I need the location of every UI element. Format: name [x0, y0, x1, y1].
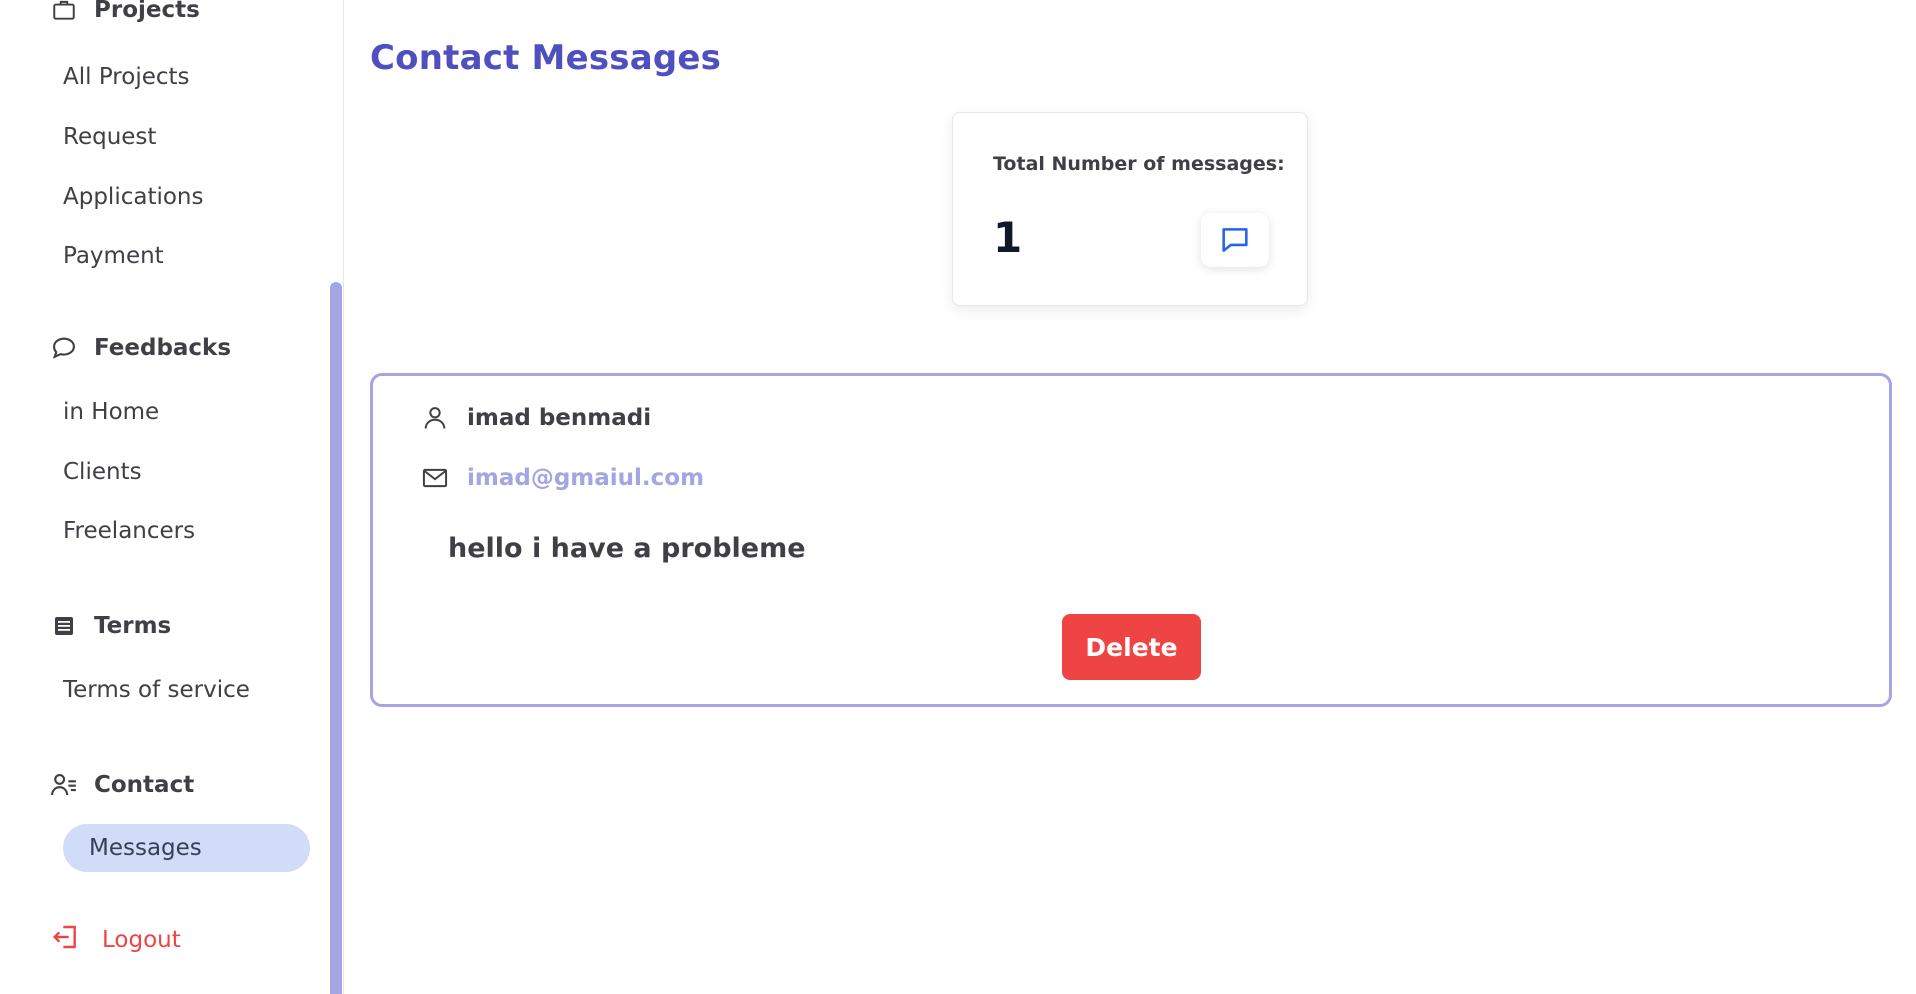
message-body: hello i have a probleme	[448, 533, 806, 564]
section-terms[interactable]: Terms	[48, 608, 171, 644]
section-projects[interactable]: Projects	[48, 0, 200, 28]
sidebar-item-request[interactable]: Request	[63, 117, 156, 157]
sidebar-item-payment[interactable]: Payment	[63, 236, 164, 276]
sidebar-item-freelancers[interactable]: Freelancers	[63, 511, 195, 551]
sidebar-item-all-projects[interactable]: All Projects	[63, 57, 190, 97]
contact-user-icon	[48, 769, 80, 801]
message-sender: imad benmadi	[419, 398, 651, 438]
document-list-icon	[48, 610, 80, 642]
message-card: imad benmadi imad@gmaiul.com hello i hav…	[370, 373, 1892, 707]
page-title: Contact Messages	[370, 38, 722, 78]
message-icon	[1201, 213, 1269, 267]
section-title: Terms	[94, 613, 172, 639]
sender-email[interactable]: imad@gmaiul.com	[467, 465, 704, 491]
sender-name: imad benmadi	[467, 405, 652, 431]
sidebar-item-applications[interactable]: Applications	[63, 177, 204, 217]
section-feedbacks[interactable]: Feedbacks	[48, 330, 231, 366]
section-title: Feedbacks	[94, 335, 232, 361]
section-contact[interactable]: Contact	[48, 767, 194, 803]
logout-icon	[50, 921, 82, 959]
sidebar-item-in-home[interactable]: in Home	[63, 392, 159, 432]
sidebar: Projects All Projects Request Applicatio…	[0, 0, 344, 994]
sidebar-item-messages[interactable]: Messages	[63, 824, 310, 872]
chat-bubble-icon	[48, 332, 80, 364]
sidebar-scrollbar[interactable]	[330, 282, 342, 994]
user-icon	[419, 402, 451, 434]
sidebar-item-terms-of-service[interactable]: Terms of service	[63, 670, 250, 710]
section-title: Contact	[94, 772, 195, 798]
logout-button[interactable]: Logout	[50, 920, 181, 960]
logout-label: Logout	[102, 927, 181, 953]
stat-label: Total Number of messages:	[993, 153, 1285, 175]
delete-button[interactable]: Delete	[1062, 614, 1201, 680]
mail-icon	[419, 462, 451, 494]
message-email-row: imad@gmaiul.com	[419, 458, 704, 498]
briefcase-icon	[48, 0, 80, 26]
section-title: Projects	[94, 0, 200, 23]
total-messages-card: Total Number of messages: 1	[952, 112, 1308, 306]
stat-value: 1	[993, 213, 1023, 262]
sidebar-item-clients[interactable]: Clients	[63, 452, 142, 492]
